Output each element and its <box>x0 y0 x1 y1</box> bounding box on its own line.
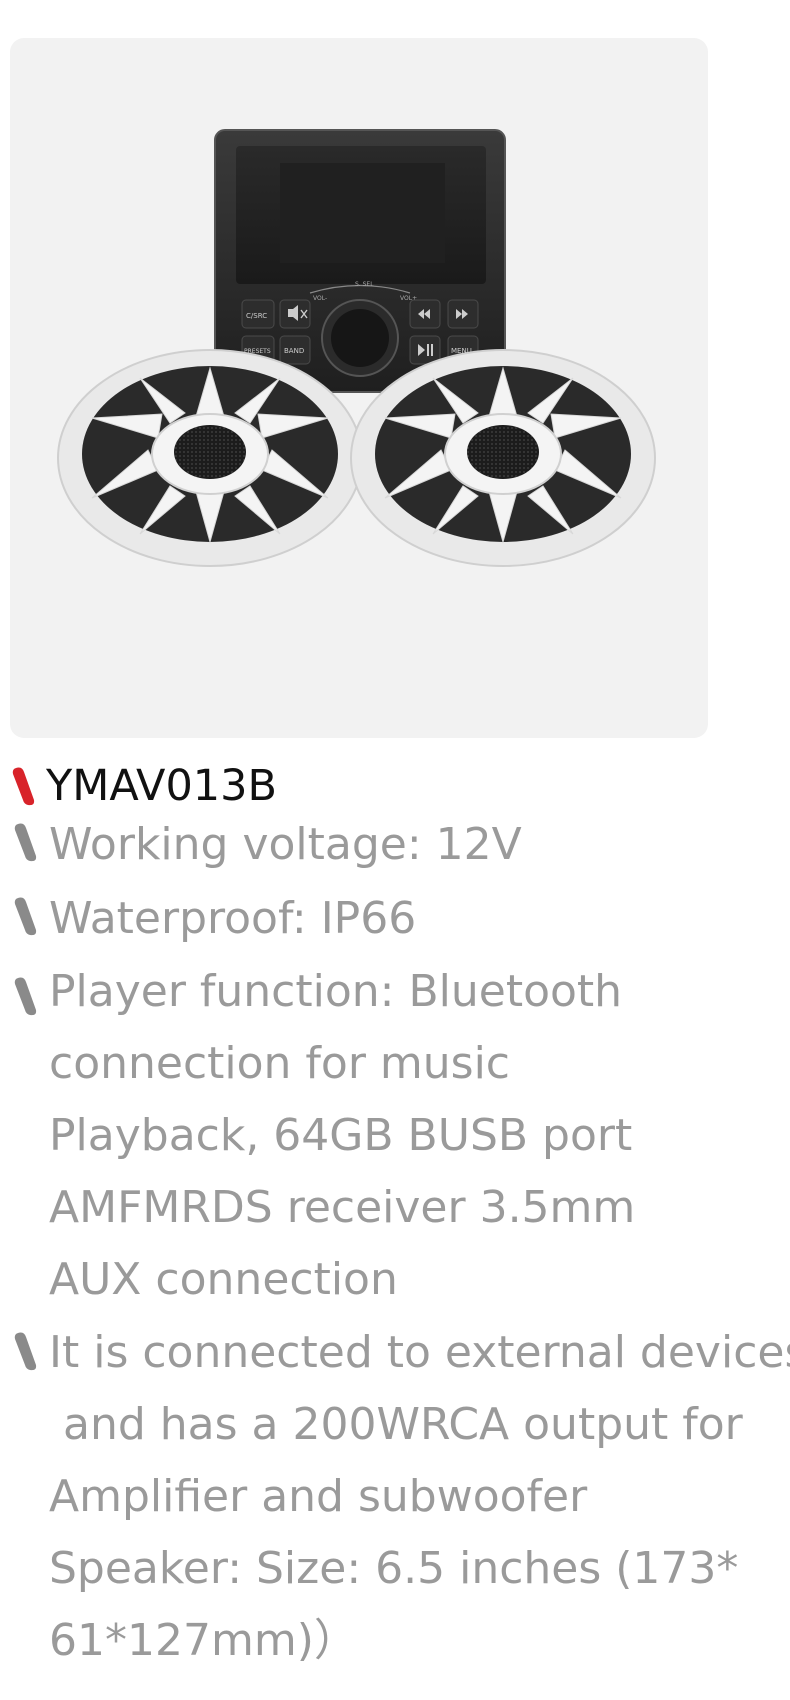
head-unit: VOL- S. SEL VOL+ C/SRC PRESETS BAND MENU <box>214 129 506 393</box>
spec-bullet-icon <box>14 1332 37 1371</box>
model-title-row: YMAV013B <box>8 758 277 814</box>
spec-external-devices-line: Speaker: Size: 6.5 inches (173* <box>49 1543 739 1594</box>
spec-player-function-line: Player function: Bluetooth <box>49 966 623 1017</box>
product-image: VOL- S. SEL VOL+ C/SRC PRESETS BAND MENU <box>57 129 656 567</box>
spec-player-function-line: AMFMRDS receiver 3.5mm <box>49 1182 636 1233</box>
knob-label-s-sel: S. SEL <box>355 281 374 288</box>
spec-bullet-icon <box>14 823 37 862</box>
spec-external-devices-line: Amplifier and subwoofer <box>49 1471 588 1522</box>
unit-button-src-label: C/SRC <box>246 312 267 320</box>
model-title: YMAV013B <box>46 761 278 811</box>
left-speaker <box>57 349 363 567</box>
knob-label-vol-minus: VOL- <box>313 295 327 302</box>
spec-player-function-line: AUX connection <box>49 1254 398 1305</box>
spec-bullet-icon <box>14 977 37 1016</box>
unit-button-band-label: BAND <box>284 347 304 355</box>
spec-player-function-line: connection for music <box>49 1038 510 1089</box>
spec-working-voltage: Working voltage: 12V <box>49 819 522 870</box>
spec-external-devices-line: 61*127mm)） <box>49 1615 358 1666</box>
right-speaker <box>350 349 656 567</box>
product-image-card: VOL- S. SEL VOL+ C/SRC PRESETS BAND MENU <box>10 38 708 738</box>
spec-external-devices-line: It is connected to external devices <box>49 1327 790 1378</box>
spec-external-devices-line: and has a 200WRCA output for <box>49 1399 743 1450</box>
spec-bullet-icon <box>14 897 37 936</box>
accent-bullet-icon <box>12 767 35 806</box>
spec-player-function-line: Playback, 64GB BUSB port <box>49 1110 633 1161</box>
spec-waterproof: Waterproof: IP66 <box>49 893 417 944</box>
